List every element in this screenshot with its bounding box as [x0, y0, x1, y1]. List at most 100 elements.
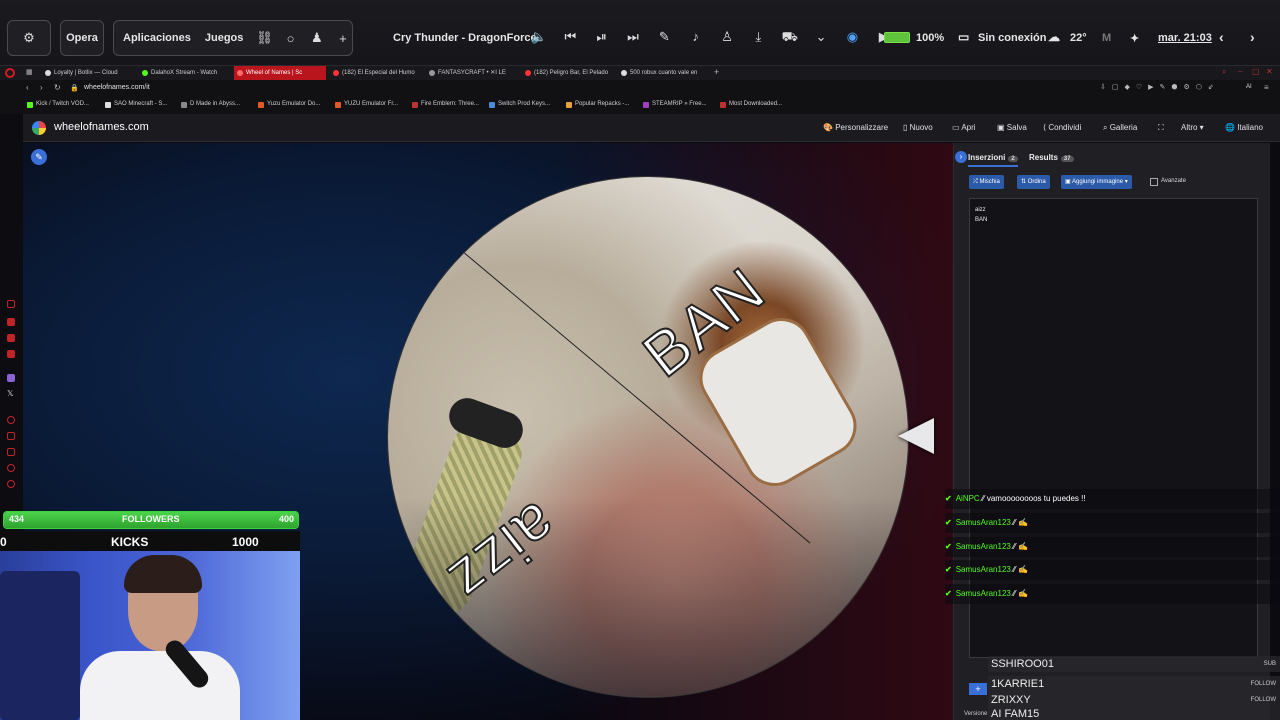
- followers-current: 434: [9, 514, 25, 524]
- search-tabs-icon[interactable]: ⌕: [1222, 67, 1226, 77]
- games-link[interactable]: Juegos: [205, 32, 244, 44]
- bookmark-item[interactable]: Yuzu Emulator Do...: [258, 101, 320, 108]
- reload-icon[interactable]: ↻: [54, 83, 61, 92]
- forward-icon[interactable]: ›: [40, 83, 43, 92]
- bookmark-item[interactable]: Popular Repacks -...: [566, 101, 629, 108]
- gamepad-icon: ⚙: [23, 30, 35, 45]
- next-icon[interactable]: ⏭: [622, 29, 644, 45]
- sidebar-icon[interactable]: [7, 448, 15, 456]
- m-icon[interactable]: M: [1102, 32, 1111, 44]
- add-entry-button[interactable]: +: [969, 683, 987, 695]
- gamepad-button[interactable]: ⚙: [7, 20, 51, 56]
- volume-icon[interactable]: 🔈: [528, 29, 550, 45]
- sidebar-icon[interactable]: [7, 334, 15, 342]
- chevron-down-icon[interactable]: ⌄: [810, 29, 832, 45]
- datetime[interactable]: mar. 21:03: [1158, 32, 1212, 44]
- browser-tab[interactable]: (182) Peligro Bar, El Pelado: [522, 66, 614, 80]
- minimize-icon[interactable]: –: [1238, 67, 1242, 76]
- bookmark-item[interactable]: STEAMRIP » Free...: [643, 101, 707, 108]
- browser-tab[interactable]: FANTASYCRAFT • ✕I LE: [426, 66, 518, 80]
- menu-icon[interactable]: ≡: [1264, 83, 1269, 92]
- user-icon[interactable]: ♟: [308, 30, 326, 46]
- maximize-icon[interactable]: ▢: [1252, 67, 1260, 76]
- chat-text: ⁄⁄ ✍: [1010, 565, 1028, 574]
- kick-badge-icon: ✔: [945, 589, 952, 598]
- site-header: wheelofnames.com 🎨 Personalizzare ▯ Nuov…: [23, 114, 1280, 142]
- download-icon[interactable]: ⤓: [747, 29, 769, 45]
- twitch-icon[interactable]: [7, 374, 15, 382]
- wheel-of-names[interactable]: BAN aizz: [388, 177, 908, 697]
- x-icon[interactable]: 𝕏: [7, 389, 13, 398]
- followers-goal: 400: [278, 514, 294, 524]
- collapse-panel-icon[interactable]: ›: [955, 151, 967, 163]
- bookmark-favicon: [720, 102, 726, 108]
- save-button[interactable]: ▣ Salva: [997, 123, 1027, 132]
- bookmark-item[interactable]: Switch Prod Keys...: [489, 101, 550, 108]
- bookmark-item[interactable]: Fire Emblem: Three...: [412, 101, 479, 108]
- sidebar-icon[interactable]: [7, 432, 15, 440]
- back-icon[interactable]: ‹: [26, 83, 29, 92]
- figure-icon[interactable]: ♙: [716, 29, 738, 45]
- sidebar-icon[interactable]: [7, 464, 15, 472]
- ai-button[interactable]: AI: [1246, 84, 1252, 90]
- new-button[interactable]: ▯ Nuovo: [903, 123, 933, 132]
- forward-arrow-icon[interactable]: ›: [1250, 29, 1255, 45]
- sort-button[interactable]: ⇅ Ordina: [1017, 175, 1050, 189]
- prev-icon[interactable]: ⏮: [559, 29, 581, 45]
- messenger-icon[interactable]: ◉: [841, 29, 863, 45]
- apps-link[interactable]: Aplicaciones: [123, 32, 191, 44]
- sidebar-icon[interactable]: [7, 318, 15, 326]
- alert-name: ZRIXXY: [991, 694, 1031, 706]
- lock-icon[interactable]: 🔒: [70, 84, 79, 92]
- sidebar-icon[interactable]: [7, 480, 15, 488]
- bookmark-item[interactable]: D Made in Abyss...: [181, 101, 240, 108]
- edit-pencil-icon[interactable]: ✎: [31, 149, 47, 165]
- circle-icon[interactable]: ○: [282, 31, 300, 46]
- browser-tab-active[interactable]: Wheel of Names | Sc: [234, 66, 326, 80]
- opera-logo-icon[interactable]: [5, 68, 15, 78]
- back-arrow-icon[interactable]: ‹: [1219, 29, 1224, 45]
- open-button[interactable]: ▭ Apri: [952, 123, 976, 132]
- close-icon[interactable]: ✕: [1266, 67, 1273, 76]
- sidebar-icon[interactable]: [7, 416, 15, 424]
- extensions-icons[interactable]: ⇩▢◆♡▶✎⬢⚙⬡⇙: [1100, 83, 1220, 91]
- link-icon[interactable]: ⛓: [255, 30, 273, 46]
- more-button[interactable]: Altro ▾: [1181, 123, 1204, 132]
- advanced-checkbox[interactable]: [1150, 178, 1158, 186]
- share-button[interactable]: ⟨ Condividi: [1043, 123, 1081, 132]
- sparkle-icon[interactable]: ✦: [1130, 32, 1139, 45]
- entry-line: BAN: [975, 217, 988, 223]
- cart-icon[interactable]: ⛟: [779, 29, 801, 47]
- bookmark-item[interactable]: Most Downloaded...: [720, 101, 782, 108]
- browser-tab[interactable]: DalahoX Stream - Watch: [139, 66, 231, 80]
- tab-results[interactable]: Results 37: [1029, 153, 1074, 162]
- new-tab-icon[interactable]: +: [714, 67, 719, 77]
- plus-icon[interactable]: +: [334, 31, 352, 46]
- tab-favicon: [142, 70, 148, 76]
- sidebar-icon[interactable]: [7, 350, 15, 358]
- gallery-button[interactable]: ⌕ Galleria: [1103, 123, 1137, 133]
- network-icon[interactable]: ▭: [958, 30, 969, 44]
- language-button[interactable]: 🌐 Italiano: [1225, 123, 1263, 132]
- bookmark-item[interactable]: YUZU Emulator Fr...: [335, 101, 398, 108]
- wheel-logo-icon[interactable]: [32, 121, 46, 135]
- shuffle-button[interactable]: ⤮ Mischia: [969, 175, 1004, 189]
- pause-icon[interactable]: ⏯: [591, 29, 613, 45]
- url-field[interactable]: wheelofnames.com/it: [84, 84, 150, 91]
- opera-button[interactable]: Opera: [60, 20, 104, 56]
- bookmark-item[interactable]: SAO Minecraft - S...: [105, 101, 167, 108]
- browser-tab[interactable]: 500 robux cuanto vale en: [618, 66, 710, 80]
- fullscreen-icon[interactable]: ⛶: [1158, 123, 1164, 133]
- tiktok-icon[interactable]: ♪: [685, 29, 707, 44]
- browser-tab[interactable]: Loyalty | Botlix — Cloud: [42, 66, 134, 80]
- tab-insertions[interactable]: Inserzioni 2: [968, 153, 1018, 162]
- site-title[interactable]: wheelofnames.com: [54, 121, 149, 133]
- browser-tab[interactable]: (182) El Especial del Humo: [330, 66, 422, 80]
- connection-status[interactable]: Sin conexión: [978, 32, 1046, 44]
- add-image-button[interactable]: ▣ Aggiungi immagine ▾: [1061, 175, 1132, 189]
- note-icon[interactable]: ✎: [653, 29, 675, 45]
- bookmark-item[interactable]: Kick / Twitch VOD...: [27, 101, 89, 108]
- customize-button[interactable]: 🎨 Personalizzare: [823, 123, 888, 132]
- tabs-menu-icon[interactable]: ▦: [26, 68, 33, 76]
- sidebar-icon[interactable]: [7, 300, 15, 308]
